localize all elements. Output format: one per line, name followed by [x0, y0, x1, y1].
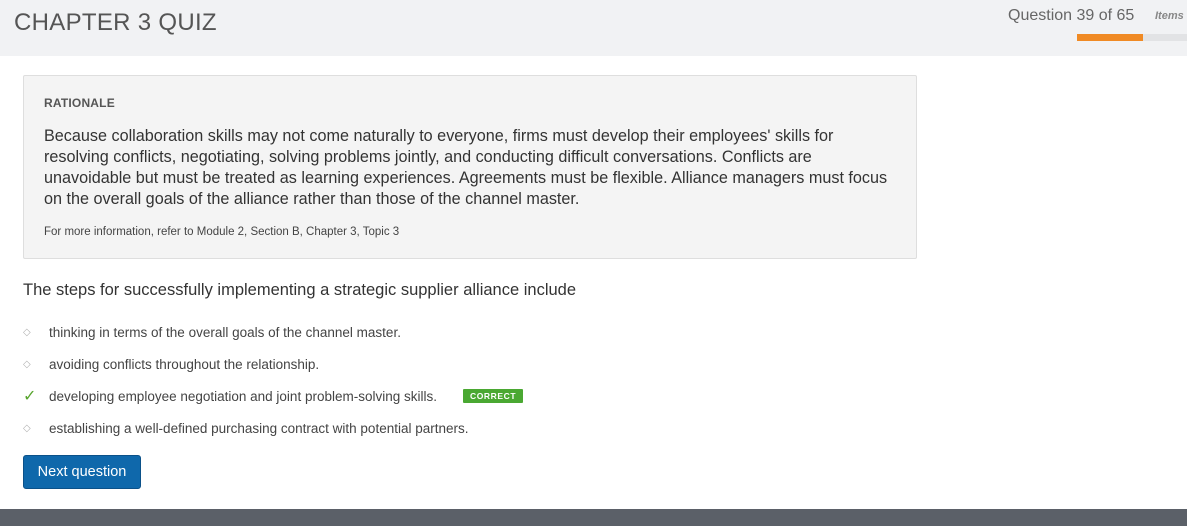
answer-option-text: thinking in terms of the overall goals o… — [49, 324, 401, 340]
answer-option-text: establishing a well-defined purchasing c… — [49, 420, 469, 436]
footer-bar — [0, 509, 1187, 526]
answer-option: ◇ thinking in terms of the overall goals… — [23, 316, 723, 348]
rationale-reference: For more information, refer to Module 2,… — [44, 226, 400, 238]
progress-bar — [1077, 34, 1187, 41]
page-title: CHAPTER 3 QUIZ — [14, 9, 217, 36]
answer-option: ◇ establishing a well-defined purchasing… — [23, 412, 723, 444]
rationale-body: Because collaboration skills may not com… — [44, 127, 888, 208]
checkmark-icon: ✓ — [23, 388, 37, 405]
question-progress-text: Question 39 of 65 — [1008, 7, 1135, 24]
answer-options: ◇ thinking in terms of the overall goals… — [23, 316, 723, 444]
quiz-header: CHAPTER 3 QUIZ Question 39 of 65 Items — [0, 0, 1187, 56]
answer-option-text: developing employee negotiation and join… — [49, 388, 437, 404]
items-link[interactable]: Items — [1155, 10, 1184, 22]
correct-badge: CORRECT — [462, 389, 524, 403]
answer-option: ◇ avoiding conflicts throughout the rela… — [23, 348, 723, 380]
answer-option-correct: ✓ developing employee negotiation and jo… — [23, 380, 723, 412]
rationale-heading: RATIONALE — [44, 96, 115, 110]
diamond-icon: ◇ — [23, 358, 31, 370]
question-text: The steps for successfully implementing … — [23, 281, 577, 299]
diamond-icon: ◇ — [23, 422, 31, 434]
rationale-panel: RATIONALE Because collaboration skills m… — [23, 75, 917, 259]
next-question-button[interactable]: Next question — [23, 455, 141, 489]
answer-option-text: avoiding conflicts throughout the relati… — [49, 356, 320, 372]
diamond-icon: ◇ — [23, 326, 31, 338]
progress-bar-fill — [1077, 34, 1143, 41]
